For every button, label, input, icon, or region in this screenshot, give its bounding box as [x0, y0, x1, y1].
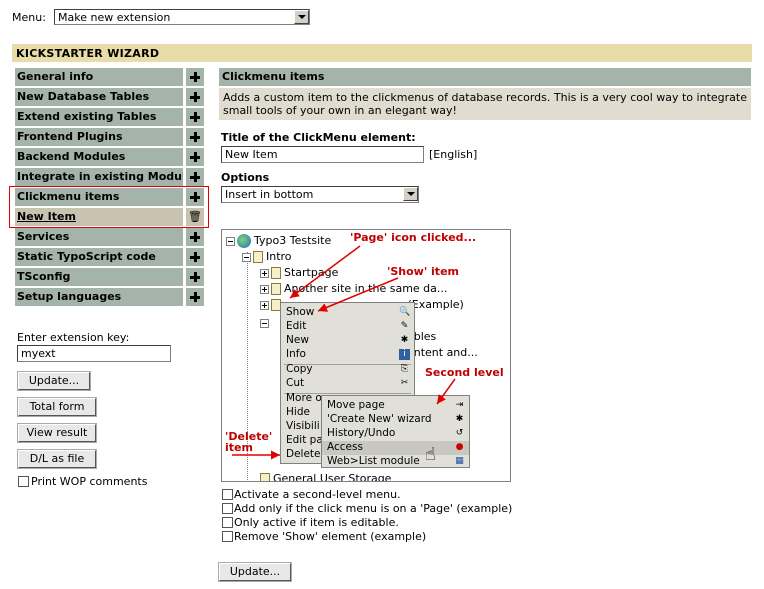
checkbox-second-level-label: Activate a second-level menu. [234, 488, 401, 501]
arrow-show-item [317, 277, 399, 312]
checkbox-editable[interactable] [222, 517, 233, 528]
checkbox-page-only-label: Add only if the click menu is on a 'Page… [234, 502, 513, 515]
checkbox-page-only[interactable] [222, 503, 233, 514]
arrow-second-level [436, 378, 456, 405]
checkbox-second-level[interactable] [222, 489, 233, 500]
arrow-page-clicked [289, 245, 361, 299]
checkbox-editable-label: Only active if item is editable. [234, 516, 399, 529]
checkbox-remove-show[interactable] [222, 531, 233, 542]
panel-update-button[interactable]: Update... [218, 562, 292, 582]
checkbox-remove-show-label: Remove 'Show' element (example) [234, 530, 427, 543]
